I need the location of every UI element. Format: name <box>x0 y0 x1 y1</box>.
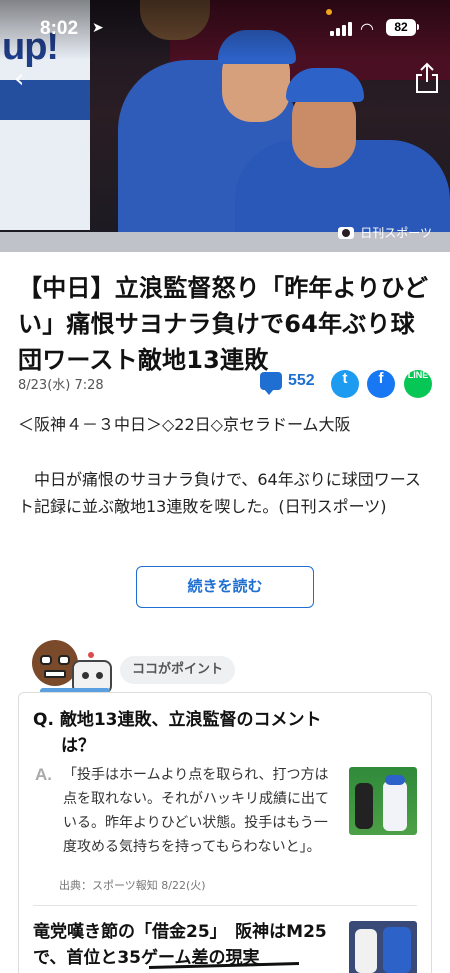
read-more-button[interactable]: 続きを読む <box>136 566 314 608</box>
robot-eye <box>82 672 89 679</box>
comment-count-button[interactable]: 552 <box>260 372 315 395</box>
player-figure <box>383 781 407 831</box>
divider <box>33 905 417 906</box>
share-icon[interactable] <box>414 62 440 94</box>
answer-prefix: A. <box>35 765 52 784</box>
location-arrow-icon: ➤ <box>92 20 104 36</box>
player-cap <box>385 775 405 785</box>
robot-eye <box>96 672 103 679</box>
photo-credit: 日刊スポーツ <box>338 224 432 241</box>
umpire-figure <box>355 783 373 829</box>
player-figure <box>383 927 411 973</box>
point-answer: 「投手はホームより点を取られ、打つ方は点を取れない。それがハッキリ成績に出ている… <box>63 767 329 855</box>
comment-icon <box>260 372 282 395</box>
article-lead: ＜阪神４－３中日＞◇22日◇京セラドーム大阪 <box>18 415 351 434</box>
status-bar: 8:02 ➤ ◠ 82 <box>0 0 450 46</box>
answer-thumbnail[interactable] <box>349 767 417 835</box>
comment-count: 552 <box>288 372 315 389</box>
mascot-mouth <box>44 670 66 678</box>
wifi-icon: ◠ <box>360 19 374 38</box>
twitter-share-icon[interactable]: t <box>331 370 359 398</box>
mic-indicator-icon <box>326 9 332 15</box>
status-time: 8:02 <box>40 18 79 39</box>
battery-icon: 82 <box>386 19 416 36</box>
article-date: 8/23(水) 7:28 <box>18 378 104 393</box>
point-label: ココがポイント <box>120 656 236 684</box>
article-body: 中日が痛恨のサヨナラ負けで、64年ぶりに球団ワースト記録に並ぶ敵地13連敗を喫し… <box>18 470 421 516</box>
question-text: 敵地13連敗、立浪監督のコメントは？ <box>59 710 322 756</box>
article-title: 【中日】立浪監督怒り「昨年よりひどい」痛恨サヨナラ負けで64年ぶり球団ワースト敵… <box>18 274 429 374</box>
player-figure <box>355 929 377 973</box>
photo-credit-text: 日刊スポーツ <box>360 226 432 240</box>
camera-icon <box>338 226 355 239</box>
point-question[interactable]: Q. 敵地13連敗、立浪監督のコメントは？ <box>33 707 333 759</box>
battery-tip-icon <box>417 24 419 30</box>
facebook-share-icon[interactable]: f <box>367 370 395 398</box>
related-thumbnail[interactable] <box>349 921 417 973</box>
robot-antenna-icon <box>88 652 94 658</box>
mascot-eye <box>58 655 70 665</box>
cellular-signal-icon <box>330 22 352 36</box>
question-prefix: Q. <box>33 710 54 730</box>
point-card[interactable]: Q. 敵地13連敗、立浪監督のコメントは？ A. 「投手はホームより点を取られ、… <box>18 692 432 973</box>
point-source: 出典：スポーツ報知 8/22(火) <box>59 879 206 892</box>
coach-cap <box>286 68 364 102</box>
back-chevron-icon[interactable]: ‹ <box>14 64 24 94</box>
mascot-eye <box>40 655 52 665</box>
line-share-icon[interactable]: LINE <box>404 370 432 398</box>
